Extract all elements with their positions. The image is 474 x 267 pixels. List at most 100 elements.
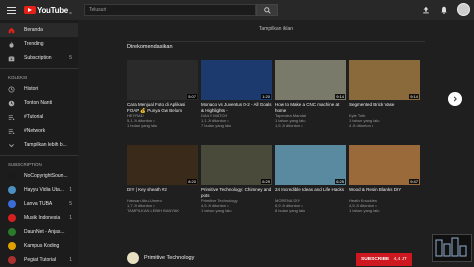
channel-shelf-header[interactable]: Primitive Technology (127, 252, 194, 264)
video-card[interactable]: 8:20 DIY | Key sheath #2 Hassan Abu-Umero 1… (127, 145, 198, 213)
sidebar-item-subscription[interactable]: Subscription 5 (0, 51, 78, 65)
sidebar-item-label: Subscription (24, 55, 52, 61)
video-title[interactable]: Cara Menjual Foto di Aplikasi FOAP 💰 Pun… (127, 102, 198, 113)
video-duration: 6:29 (261, 179, 271, 184)
sidebar-subscription-item[interactable]: DaunNet - Anjas... (0, 225, 78, 239)
sidebar: Beranda Trending Subscription 5 KOLEKSI … (0, 20, 78, 266)
video-age: 7 bulan yang lalu (201, 123, 232, 128)
video-thumbnail[interactable]: 9:14 (275, 60, 346, 100)
notifications-icon[interactable] (439, 5, 449, 15)
sidebar-item-trending[interactable]: Trending (0, 37, 78, 51)
subscription-count: 1 (69, 215, 72, 221)
video-card[interactable]: 9:47 Wood & Resin Blanks DIY Heath Knuckle… (349, 145, 420, 213)
sidebar-item-tutorial[interactable]: #Tutorial (0, 110, 78, 124)
sidebar-subscription-item[interactable]: Kampus Koding (0, 239, 78, 253)
video-card[interactable]: 1:20 Monaco vs Juventus 0-2 - All Goals &… (201, 60, 272, 128)
sidebar-item-label: Tonton Nanti (24, 100, 53, 106)
video-thumbnail[interactable]: 9:14 (349, 60, 420, 100)
home-icon (8, 27, 15, 34)
sidebar-item-histori[interactable]: Histori (0, 82, 78, 96)
subscription-count: 1 (69, 257, 72, 263)
video-age: 8 bulan yang lalu (275, 208, 306, 213)
history-icon (8, 85, 15, 93)
video-card[interactable]: 9:14 How to Make a CNC machine at home Tap… (275, 60, 346, 128)
video-title[interactable]: Monaco vs Juventus 0-2 - All Goals & Hig… (201, 102, 272, 113)
channel-avatar (8, 242, 16, 250)
koleksi-header: KOLEKSI (8, 75, 28, 80)
subscription-label: Pegiat Tutorial (24, 257, 56, 263)
video-card[interactable]: 6:25 24 Incredible Ideas and Life Hacks MO… (275, 145, 346, 213)
video-duration: 5:07 (187, 94, 197, 99)
video-title[interactable]: 24 Incredible Ideas and Life Hacks (275, 187, 346, 198)
video-thumbnail[interactable]: 5:07 (127, 60, 198, 100)
video-thumbnail[interactable]: 6:29 (201, 145, 272, 185)
chevron-right-icon (453, 96, 457, 102)
video-duration: 6:25 (335, 179, 345, 184)
upload-icon[interactable] (421, 5, 431, 15)
sidebar-item-label: #Network (24, 128, 46, 134)
subscription-label: Kampus Koding (24, 243, 60, 249)
subscription-count: 5 (69, 55, 72, 61)
main-content: Tampilkan iklan Direkomendasikan 5:07 Car… (78, 20, 474, 266)
subscription-count: 1 (69, 187, 72, 193)
video-age: 1,5 Jt ditonton • (275, 123, 303, 128)
subscription-header: SUBSCRIPTION (8, 162, 42, 167)
video-title[interactable]: Wood & Resin Blanks DIY (349, 187, 420, 198)
sidebar-item-beranda[interactable]: Beranda (0, 23, 78, 37)
fire-icon (8, 41, 15, 48)
sidebar-subscription-item[interactable]: Hayyu Vidia Uta... 1 (0, 183, 78, 197)
video-card[interactable]: 5:07 Cara Menjual Foto di Aplikasi FOAP 💰… (127, 60, 198, 128)
video-thumbnail[interactable]: 6:25 (275, 145, 346, 185)
sidebar-item-label: Trending (24, 41, 44, 47)
sidebar-item-label: Histori (24, 86, 39, 92)
playlist-icon (8, 114, 15, 121)
top-bar: YouTube ID Telusuri (0, 0, 474, 20)
video-age: 4 Jt ditonton • (349, 123, 374, 128)
video-age: 1 tahun yang lalu (201, 208, 232, 213)
subscriptions-icon (8, 55, 15, 62)
youtube-logo[interactable]: YouTube ID (24, 6, 72, 15)
channel-avatar[interactable] (127, 252, 139, 264)
sidebar-subscription-item[interactable]: Pegiat Tutorial 1 (0, 253, 78, 267)
sidebar-item-network[interactable]: #Network (0, 124, 78, 138)
channel-name[interactable]: Primitive Technology (144, 255, 194, 261)
video-duration: 8:20 (187, 179, 197, 184)
divider (0, 68, 78, 69)
video-thumbnail[interactable]: 1:20 (201, 60, 272, 100)
sidebar-subscription-item[interactable]: NoCopyrightSoun... (0, 169, 78, 183)
sidebar-item-label: Beranda (24, 27, 43, 33)
watermark-logo (432, 234, 472, 262)
video-duration: 9:47 (409, 179, 419, 184)
video-age: 1 bulan yang lalu (127, 123, 158, 128)
logo-region: ID (68, 10, 72, 15)
playlist-icon (8, 128, 15, 135)
channel-avatar (8, 214, 16, 222)
sidebar-item-label: #Tutorial (24, 114, 44, 120)
video-title[interactable]: Segmented Brick Vase (349, 102, 420, 113)
sidebar-item-show-more[interactable]: Tampilkan lebih b... (0, 138, 78, 152)
search-button[interactable] (256, 4, 278, 16)
subscription-label: NoCopyrightSoun... (24, 173, 68, 179)
account-avatar[interactable] (457, 3, 470, 16)
menu-icon[interactable] (2, 0, 20, 20)
video-thumbnail[interactable]: 8:20 (127, 145, 198, 185)
subscription-label: Hayyu Vidia Uta... (24, 187, 64, 193)
video-card[interactable]: 6:29 Primitive Technology: Chimney and po… (201, 145, 272, 213)
video-thumbnail[interactable]: 9:47 (349, 145, 420, 185)
subscribe-button[interactable]: SUBSCRIBE 4,4 JT (356, 253, 412, 266)
next-arrow-button[interactable] (448, 92, 462, 106)
video-card[interactable]: 9:14 Segmented Brick Vase Kyle Toth 1 tahun… (349, 60, 420, 128)
divider (0, 155, 78, 156)
video-title[interactable]: Primitive Technology: Chimney and pots (201, 187, 272, 198)
sidebar-subscription-item[interactable]: Lanva TUBA 5 (0, 197, 78, 211)
video-title[interactable]: DIY | Key sheath #2 (127, 187, 198, 198)
subscription-label: DaunNet - Anjas... (24, 229, 65, 235)
sidebar-subscription-item[interactable]: Musik Indonesia 1 (0, 211, 78, 225)
sidebar-item-tonton-nanti[interactable]: Tonton Nanti (0, 96, 78, 110)
ad-label[interactable]: Tampilkan iklan (78, 26, 474, 32)
chevron-down-icon (8, 142, 15, 149)
logo-text: YouTube (37, 5, 68, 15)
video-title[interactable]: How to Make a CNC machine at home (275, 102, 346, 113)
search-input[interactable]: Telusuri (84, 4, 256, 16)
video-duration: 9:14 (335, 94, 345, 99)
